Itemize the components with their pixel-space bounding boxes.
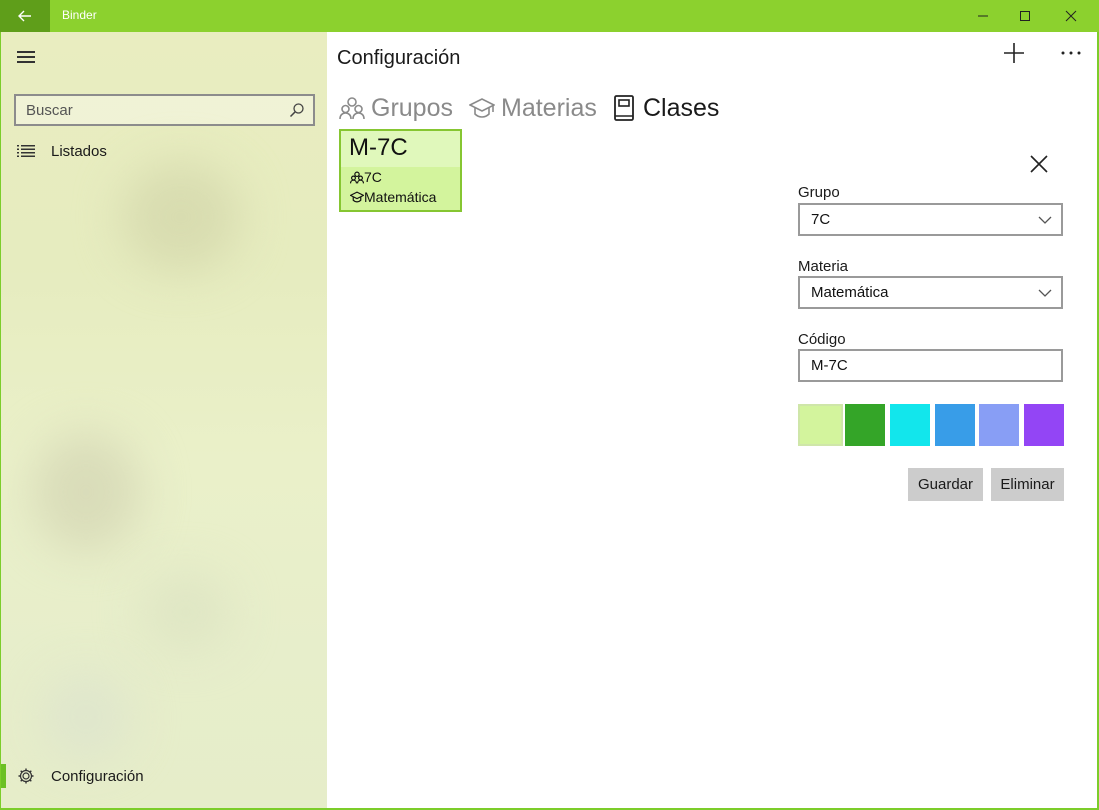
tab-materias[interactable]: Materias [469,90,597,126]
tab-clases[interactable]: Clases [611,90,719,126]
chevron-down-icon [1038,289,1052,297]
delete-button[interactable]: Eliminar [991,468,1064,501]
app-frame: Listados Configuración Configuración [1,32,1097,808]
hamburger-menu-button[interactable] [17,48,37,66]
book-icon [614,95,634,121]
close-window-button[interactable] [1048,0,1094,32]
add-button[interactable] [999,38,1029,68]
more-dots-icon [1061,51,1081,55]
search-input[interactable] [16,96,276,124]
main-content: Configuración Grupos Materias Clases M-7… [327,32,1097,808]
group-value: 7C [811,211,831,228]
search-box[interactable] [14,94,315,126]
class-card-group: 7C [364,169,382,185]
code-label: Código [798,331,846,348]
class-card[interactable]: M-7C 7C Matemática [339,129,462,212]
color-swatch[interactable] [890,404,930,446]
tab-label: Materias [501,93,597,122]
subject-dropdown[interactable]: Matemática [798,276,1063,309]
sidebar-item-label: Configuración [51,767,144,785]
background-blur [141,572,231,652]
people-icon [349,171,364,183]
color-swatch[interactable] [979,404,1019,446]
back-arrow-icon [18,10,31,22]
color-swatch[interactable] [1024,404,1064,446]
people-icon [339,97,365,120]
save-button[interactable]: Guardar [908,468,983,501]
color-swatch-selected[interactable] [798,404,843,446]
list-icon [17,145,35,157]
class-card-subject: Matemática [364,189,437,205]
sidebar-item-configuracion[interactable]: Configuración [1,756,327,796]
back-button[interactable] [0,0,50,32]
class-card-code: M-7C [341,131,460,167]
maximize-icon [1020,11,1030,21]
minimize-icon [978,15,988,17]
group-label: Grupo [798,184,840,201]
background-blur [121,162,241,272]
code-field[interactable] [798,349,1063,382]
code-input[interactable] [800,351,1040,380]
group-dropdown[interactable]: 7C [798,203,1063,236]
color-swatch[interactable] [845,404,885,446]
close-icon [1030,155,1048,173]
sidebar-item-label: Listados [51,142,107,160]
plus-icon [1004,43,1024,63]
page-title: Configuración [337,47,461,69]
tab-label: Clases [643,93,720,122]
subject-value: Matemática [811,284,889,301]
minimize-button[interactable] [960,0,1006,32]
title-bar: Binder [0,0,1099,32]
background-blur [41,672,131,762]
color-swatch[interactable] [935,404,975,446]
graduation-cap-icon [349,191,364,203]
gear-icon [18,768,34,784]
close-window-icon [1065,10,1077,22]
sidebar-item-listados[interactable]: Listados [1,131,327,171]
search-icon[interactable] [289,102,305,118]
maximize-button[interactable] [1002,0,1048,32]
tab-label: Grupos [371,93,453,122]
sidebar: Listados Configuración [1,32,327,808]
window-title: Binder [62,8,97,22]
tab-grupos[interactable]: Grupos [339,90,453,126]
close-panel-button[interactable] [1029,154,1053,178]
subject-label: Materia [798,258,849,275]
chevron-down-icon [1038,216,1052,224]
more-options-button[interactable] [1053,38,1089,68]
graduation-cap-icon [469,98,495,118]
background-blur [31,432,141,552]
